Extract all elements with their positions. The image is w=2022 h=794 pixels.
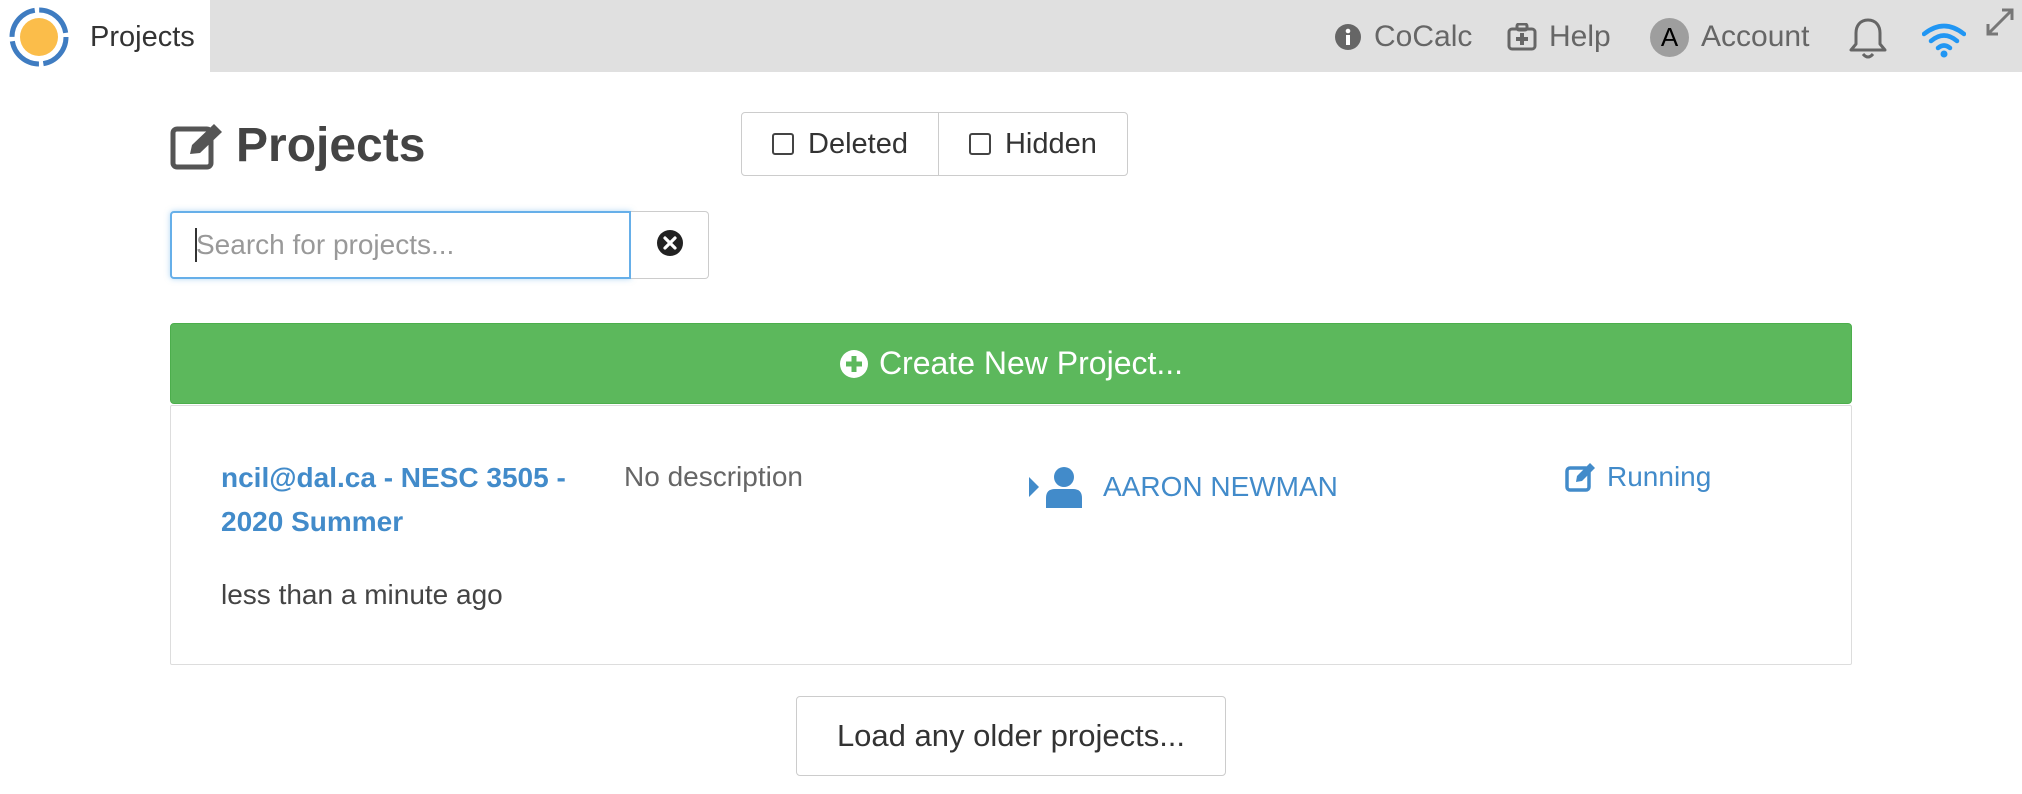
deleted-filter-label: Deleted <box>808 127 908 160</box>
hidden-checkbox[interactable] <box>968 133 991 155</box>
project-last-edited: less than a minute ago <box>221 579 503 610</box>
hidden-filter-label: Hidden <box>1004 127 1097 160</box>
times-circle-icon <box>656 229 684 262</box>
edit-icon <box>1565 462 1597 492</box>
top-navbar: Projects CoCalc Help A Account <box>0 0 2022 72</box>
tab-projects[interactable]: Projects <box>0 0 210 72</box>
user-icon <box>1045 466 1083 508</box>
project-status-label: Running <box>1607 461 1712 492</box>
nav-cocalc-label: CoCalc <box>1374 20 1473 53</box>
load-older-projects-button[interactable]: Load any older projects... <box>796 696 1226 776</box>
nav-account-label: Account <box>1701 20 1810 53</box>
text-cursor <box>195 228 197 262</box>
project-title-link[interactable]: ncil@dal.ca - NESC 3505 - 2020 Summer <box>221 456 611 544</box>
project-status[interactable]: Running <box>1565 461 1711 493</box>
page-heading: Projects <box>170 118 425 173</box>
project-collaborators[interactable]: AARON NEWMAN <box>1027 466 1338 508</box>
tab-projects-label: Projects <box>90 21 195 53</box>
expand-icon[interactable] <box>1984 6 2016 43</box>
nav-account[interactable]: A Account <box>1650 17 1810 57</box>
hidden-filter-button[interactable]: Hidden <box>937 113 1127 175</box>
nav-help-label: Help <box>1549 20 1611 53</box>
deleted-checkbox[interactable] <box>772 133 794 155</box>
medkit-icon <box>1507 23 1537 51</box>
collaborator-name[interactable]: AARON NEWMAN <box>1103 471 1338 503</box>
info-circle-icon <box>1334 23 1362 51</box>
caret-right-icon[interactable] <box>1027 475 1041 499</box>
page-title: Projects <box>236 119 426 172</box>
create-new-project-button[interactable]: Create New Project... <box>170 323 1852 404</box>
cocalc-logo-icon <box>8 6 70 68</box>
filter-button-group: Deleted Hidden <box>741 112 1128 176</box>
nav-cocalc[interactable]: CoCalc <box>1334 18 1472 56</box>
wifi-icon <box>1921 22 1967 63</box>
nav-help[interactable]: Help <box>1507 18 1611 56</box>
bell-icon[interactable] <box>1847 17 1889 66</box>
avatar: A <box>1650 17 1689 57</box>
project-description: No description <box>624 461 803 492</box>
search-bar <box>170 211 709 279</box>
create-new-project-label: Create New Project... <box>878 345 1184 381</box>
project-row[interactable]: ncil@dal.ca - NESC 3505 - 2020 Summer No… <box>170 405 1852 665</box>
clear-search-button[interactable] <box>631 211 709 279</box>
plus-circle-icon <box>839 349 869 379</box>
search-input[interactable] <box>170 211 631 279</box>
edit-icon <box>170 121 226 171</box>
deleted-filter-button[interactable]: Deleted <box>742 113 938 175</box>
